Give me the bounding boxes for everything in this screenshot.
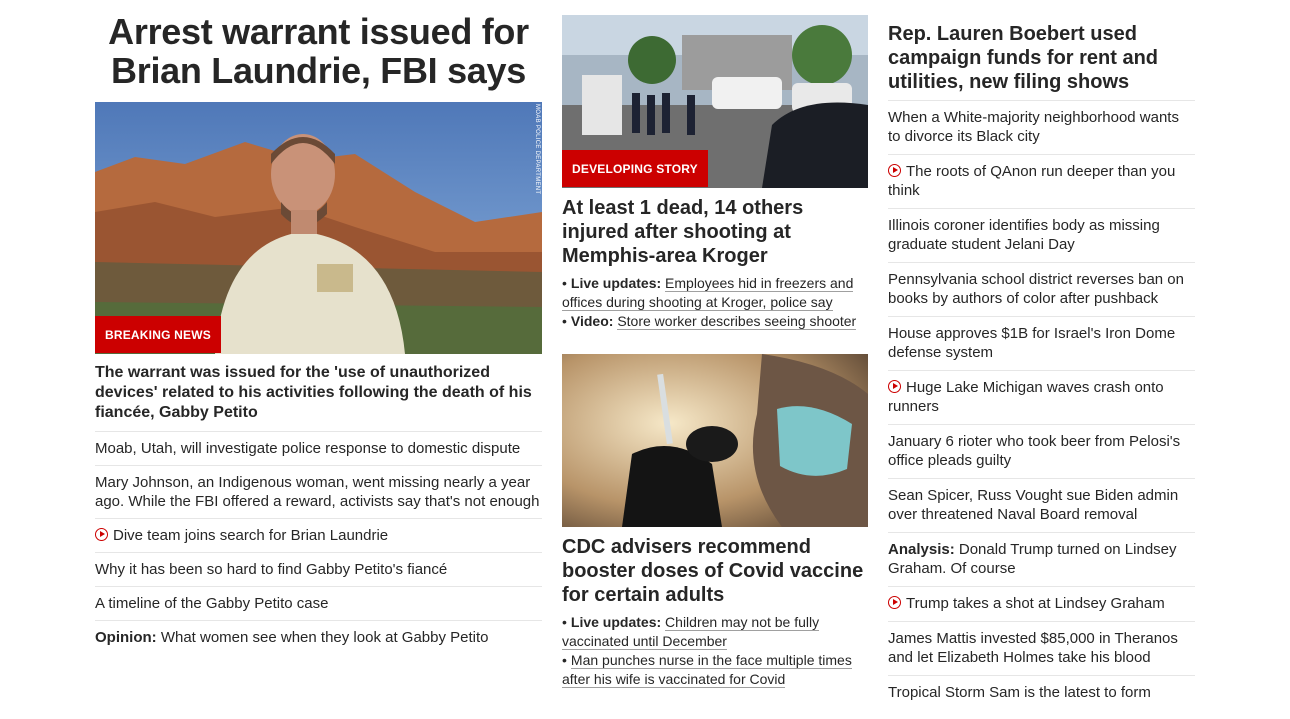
- play-circle-icon: [888, 164, 901, 177]
- list-item[interactable]: Dive team joins search for Brian Laundri…: [95, 518, 542, 552]
- related-link[interactable]: A timeline of the Gabby Petito case: [95, 595, 328, 612]
- headline-link[interactable]: Huge Lake Michigan waves crash onto runn…: [888, 379, 1164, 415]
- list-item[interactable]: The roots of QAnon run deeper than you t…: [888, 154, 1195, 208]
- list-item[interactable]: When a White-majority neighborhood wants…: [888, 100, 1195, 154]
- headline-link[interactable]: Sean Spicer, Russ Vought sue Biden admin…: [888, 487, 1178, 523]
- list-item[interactable]: Huge Lake Michigan waves crash onto runn…: [888, 370, 1195, 424]
- list-item[interactable]: Illinois coroner identifies body as miss…: [888, 208, 1195, 262]
- bullet-prefix: Live updates:: [570, 614, 662, 630]
- list-item[interactable]: Trump takes a shot at Lindsey Graham: [888, 586, 1195, 621]
- related-links-list: Moab, Utah, will investigate police resp…: [95, 431, 542, 654]
- bullet-link[interactable]: Store worker describes seeing shooter: [617, 313, 857, 330]
- headline-link[interactable]: Trump takes a shot at Lindsey Graham: [906, 595, 1165, 612]
- headline-link[interactable]: Pennsylvania school district reverses ba…: [888, 271, 1184, 307]
- vaccine-bullets: • Live updates: Children may not be fully…: [562, 613, 868, 689]
- play-circle-icon: [95, 528, 108, 541]
- list-item[interactable]: Sean Spicer, Russ Vought sue Biden admin…: [888, 478, 1195, 532]
- list-item[interactable]: January 6 rioter who took beer from Pelo…: [888, 424, 1195, 478]
- lead-subheadline[interactable]: The warrant was issued for the 'use of u…: [95, 363, 542, 423]
- lead-image[interactable]: MOAB POLICE DEPARTMENT BREAKING NEWS: [95, 102, 542, 354]
- bullet-prefix: Live updates:: [570, 275, 662, 291]
- list-item[interactable]: Opinion: What women see when they look a…: [95, 620, 542, 654]
- breaking-news-badge: BREAKING NEWS: [95, 316, 221, 353]
- related-link[interactable]: What women see when they look at Gabby P…: [161, 629, 489, 646]
- list-item[interactable]: Analysis: Donald Trump turned on Lindsey…: [888, 532, 1195, 586]
- play-circle-icon: [888, 380, 901, 393]
- list-item[interactable]: • Video: Store worker describes seeing sh…: [562, 312, 868, 331]
- related-link[interactable]: Mary Johnson, an Indigenous woman, went …: [95, 474, 540, 510]
- link-prefix: Opinion:: [95, 629, 157, 646]
- image-credit: MOAB POLICE DEPARTMENT: [534, 104, 540, 195]
- list-item[interactable]: Moab, Utah, will investigate police resp…: [95, 431, 542, 465]
- vaccine-photo: [562, 354, 868, 527]
- headline-link[interactable]: House approves $1B for Israel's Iron Dom…: [888, 325, 1175, 361]
- list-item[interactable]: House approves $1B for Israel's Iron Dom…: [888, 316, 1195, 370]
- headlines-list: When a White-majority neighborhood wants…: [888, 100, 1195, 710]
- headline-link[interactable]: When a White-majority neighborhood wants…: [888, 109, 1179, 145]
- kroger-headline[interactable]: At least 1 dead, 14 others injured after…: [562, 196, 868, 268]
- link-prefix: Analysis:: [888, 541, 955, 558]
- list-item[interactable]: James Mattis invested $85,000 in Therano…: [888, 621, 1195, 675]
- lead-story: Arrest warrant issued for Brian Laundrie…: [95, 12, 542, 654]
- developing-story-badge: DEVELOPING STORY: [562, 150, 708, 187]
- vaccine-headline[interactable]: CDC advisers recommend booster doses of …: [562, 535, 868, 607]
- kroger-image[interactable]: DEVELOPING STORY: [562, 15, 868, 188]
- lead-headline[interactable]: Arrest warrant issued for Brian Laundrie…: [95, 12, 542, 90]
- headline-link[interactable]: James Mattis invested $85,000 in Therano…: [888, 630, 1178, 666]
- list-item[interactable]: • Man punches nurse in the face multiple …: [562, 651, 868, 689]
- play-circle-icon: [888, 596, 901, 609]
- list-item[interactable]: • Live updates: Children may not be fully…: [562, 613, 868, 651]
- list-item[interactable]: Why it has been so hard to find Gabby Pe…: [95, 552, 542, 586]
- headline-link[interactable]: Tropical Storm Sam is the latest to form: [888, 684, 1151, 701]
- list-item[interactable]: • Live updates: Employees hid in freezers…: [562, 274, 868, 312]
- related-link[interactable]: Dive team joins search for Brian Laundri…: [113, 527, 388, 544]
- vaccine-image[interactable]: [562, 354, 868, 527]
- headline-link[interactable]: The roots of QAnon run deeper than you t…: [888, 163, 1175, 199]
- kroger-bullets: • Live updates: Employees hid in freezers…: [562, 274, 868, 331]
- related-link[interactable]: Why it has been so hard to find Gabby Pe…: [95, 561, 447, 578]
- boebert-headline[interactable]: Rep. Lauren Boebert used campaign funds …: [888, 22, 1195, 94]
- list-item[interactable]: A timeline of the Gabby Petito case: [95, 586, 542, 620]
- headline-link[interactable]: January 6 rioter who took beer from Pelo…: [888, 433, 1180, 469]
- list-item[interactable]: Tropical Storm Sam is the latest to form: [888, 675, 1195, 710]
- bullet-prefix: Video:: [570, 313, 614, 329]
- headline-link[interactable]: Illinois coroner identifies body as miss…: [888, 217, 1160, 253]
- secondary-stories: DEVELOPING STORY At least 1 dead, 14 oth…: [562, 15, 868, 689]
- list-item[interactable]: Pennsylvania school district reverses ba…: [888, 262, 1195, 316]
- bullet-link[interactable]: Man punches nurse in the face multiple t…: [562, 652, 852, 688]
- headlines-column: Rep. Lauren Boebert used campaign funds …: [888, 22, 1195, 710]
- related-link[interactable]: Moab, Utah, will investigate police resp…: [95, 440, 520, 457]
- list-item[interactable]: Mary Johnson, an Indigenous woman, went …: [95, 465, 542, 518]
